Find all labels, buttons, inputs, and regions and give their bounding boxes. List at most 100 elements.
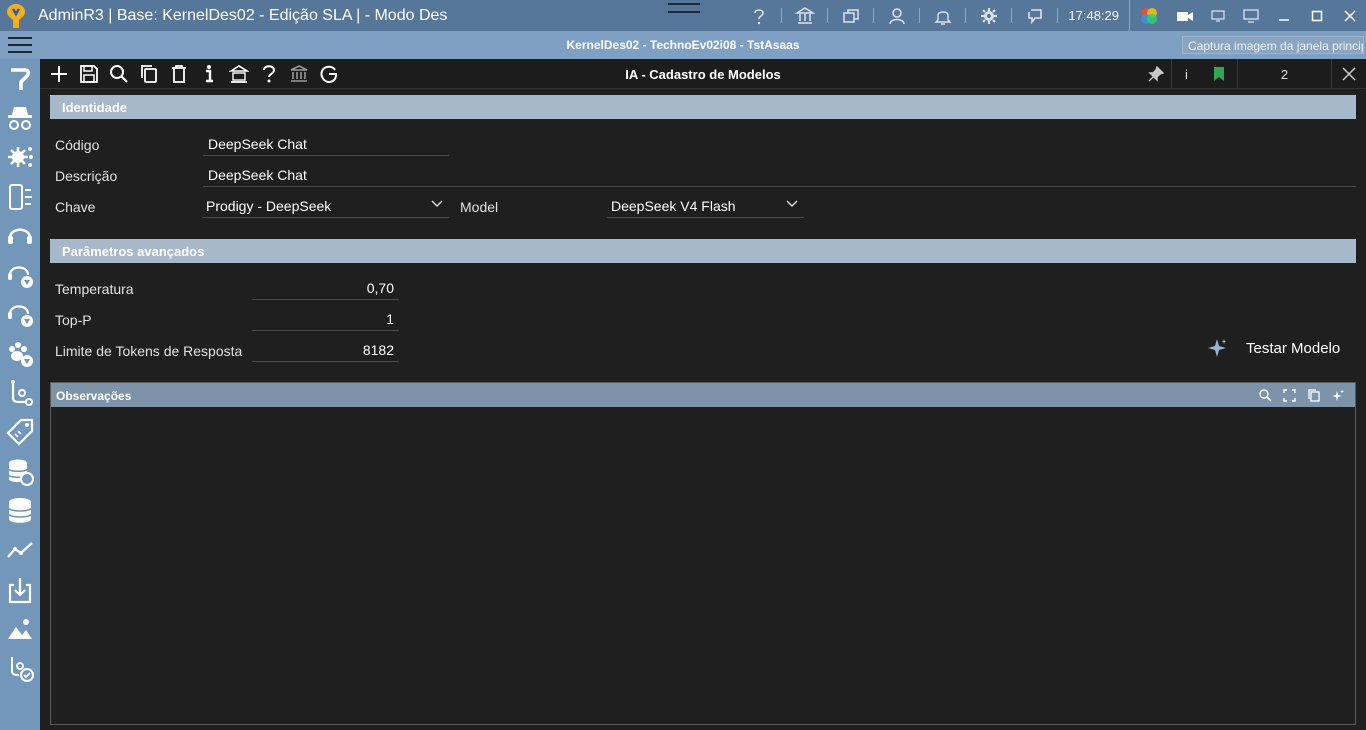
search-icon — [1258, 388, 1272, 402]
sidebar-item-mobile[interactable] — [0, 177, 40, 216]
windows-icon[interactable] — [828, 0, 875, 31]
trend-line-icon — [7, 542, 33, 558]
paw-filter-icon — [9, 341, 33, 367]
top-p-label: Top-P — [55, 312, 92, 328]
context-bar: KernelDes02 - TechnoEv02i08 - TstAsaas C… — [0, 31, 1366, 59]
bank-button[interactable] — [284, 59, 314, 89]
sidebar-item-database-sync[interactable] — [0, 452, 40, 491]
obs-copy-button[interactable] — [1301, 387, 1325, 403]
refresh-button[interactable] — [314, 59, 344, 89]
sidebar-item-hook[interactable] — [0, 59, 40, 98]
chave-label: Chave — [55, 199, 96, 215]
info-button[interactable] — [194, 59, 224, 89]
testar-modelo-button[interactable]: Testar Modelo — [1206, 336, 1340, 360]
bank-icon[interactable] — [782, 0, 829, 31]
video-icon[interactable] — [1168, 0, 1201, 31]
sidebar-item-support[interactable] — [0, 216, 40, 255]
save-icon — [80, 65, 98, 83]
minimize-button[interactable] — [1267, 0, 1300, 31]
save-button[interactable] — [74, 59, 104, 89]
top-p-field[interactable]: 1 — [252, 307, 399, 331]
observacoes-panel: Observações — [50, 382, 1356, 725]
sidebar-item-support-filter-2[interactable] — [0, 295, 40, 334]
limite-tokens-field[interactable]: 8182 — [252, 338, 399, 362]
help-icon[interactable] — [736, 0, 783, 31]
flow-icon — [11, 380, 33, 407]
add-button[interactable] — [44, 59, 74, 89]
sidebar-item-network[interactable] — [0, 138, 40, 177]
search-button[interactable] — [104, 59, 134, 89]
user-icon[interactable] — [874, 0, 921, 31]
close-window-button[interactable] — [1333, 0, 1366, 31]
sidebar-item-download[interactable] — [0, 570, 40, 609]
pin-button[interactable] — [1141, 59, 1171, 89]
image-icon — [8, 618, 32, 639]
info-icon — [206, 65, 213, 83]
limite-tokens-label: Limite de Tokens de Resposta — [55, 343, 243, 359]
model-value: DeepSeek V4 Flash — [611, 198, 736, 214]
sidebar-item-tags[interactable] — [0, 413, 40, 452]
chat-icon[interactable] — [1012, 0, 1059, 31]
chevron-down-icon — [786, 200, 798, 207]
chevron-down-icon — [431, 200, 443, 207]
sidebar-item-trend[interactable] — [0, 531, 40, 570]
codigo-field[interactable]: DeepSeek Chat — [203, 132, 449, 156]
refresh-arrow-icon — [320, 65, 337, 84]
section-parametros: Parâmetros avançados — [50, 239, 1356, 263]
bank-label-icon — [229, 65, 249, 83]
headset-filter-icon — [8, 305, 33, 328]
model-label: Model — [460, 199, 499, 215]
sidebar-item-support-filter[interactable] — [0, 255, 40, 294]
delete-button[interactable] — [164, 59, 194, 89]
flow-check-icon — [11, 657, 34, 683]
network-gear-icon — [8, 147, 33, 168]
bookmark-icon — [1214, 67, 1224, 81]
obs-ai-button[interactable] — [1325, 387, 1349, 403]
chave-select[interactable]: Prodigy - DeepSeek — [202, 194, 449, 218]
bank-icon — [290, 65, 308, 82]
trash-icon — [172, 65, 186, 83]
pin-icon — [1148, 66, 1164, 82]
maximize-button[interactable] — [1300, 0, 1333, 31]
bell-icon[interactable] — [920, 0, 967, 31]
obs-expand-button[interactable] — [1277, 387, 1301, 403]
obs-search-button[interactable] — [1253, 387, 1277, 403]
bookmark-button[interactable] — [1201, 59, 1237, 89]
sidebar-item-paw[interactable] — [0, 334, 40, 373]
chave-value: Prodigy - DeepSeek — [206, 198, 332, 214]
sidebar-item-database[interactable] — [0, 491, 40, 530]
section-identidade: Identidade — [50, 95, 1356, 119]
sidebar-item-flow[interactable] — [0, 373, 40, 412]
monitor-small-icon[interactable] — [1201, 0, 1234, 31]
sidebar-item-image[interactable] — [0, 609, 40, 648]
mobile-share-icon — [9, 183, 32, 210]
sidebar-item-flow-check[interactable] — [0, 648, 40, 687]
drag-handle[interactable] — [668, 3, 700, 13]
descricao-field[interactable]: DeepSeek Chat — [203, 163, 1356, 187]
copy-icon — [141, 65, 157, 83]
help-button[interactable] — [254, 59, 284, 89]
form-content: Identidade Código DeepSeek Chat Descriçã… — [40, 89, 1366, 730]
plus-icon — [51, 66, 67, 82]
observacoes-header: Observações — [51, 383, 1355, 407]
copy-icon — [1307, 388, 1320, 402]
context-title: KernelDes02 - TechnoEv02i08 - TstAsaas — [566, 38, 800, 52]
app-logo-icon — [0, 0, 32, 31]
gear-icon[interactable] — [966, 0, 1013, 31]
headset-filter-icon — [8, 266, 33, 289]
search-icon — [110, 65, 128, 83]
sparkle-icon — [1208, 339, 1227, 357]
sidebar-item-spy[interactable] — [0, 98, 40, 137]
temperatura-field[interactable]: 0,70 — [252, 276, 399, 300]
info-tab[interactable]: i — [1171, 59, 1201, 89]
observacoes-textarea[interactable] — [51, 407, 1355, 419]
bank-label-button[interactable] — [224, 59, 254, 89]
title-bar: AdminR3 | Base: KernelDes02 - Edição SLA… — [0, 0, 1366, 31]
expand-icon — [1282, 388, 1296, 402]
monitor-icon[interactable] — [1234, 0, 1267, 31]
headset-icon — [8, 228, 32, 244]
apps-icon[interactable] — [1130, 0, 1168, 31]
copy-button[interactable] — [134, 59, 164, 89]
close-form-button[interactable] — [1331, 59, 1366, 89]
model-select[interactable]: DeepSeek V4 Flash — [607, 194, 804, 218]
